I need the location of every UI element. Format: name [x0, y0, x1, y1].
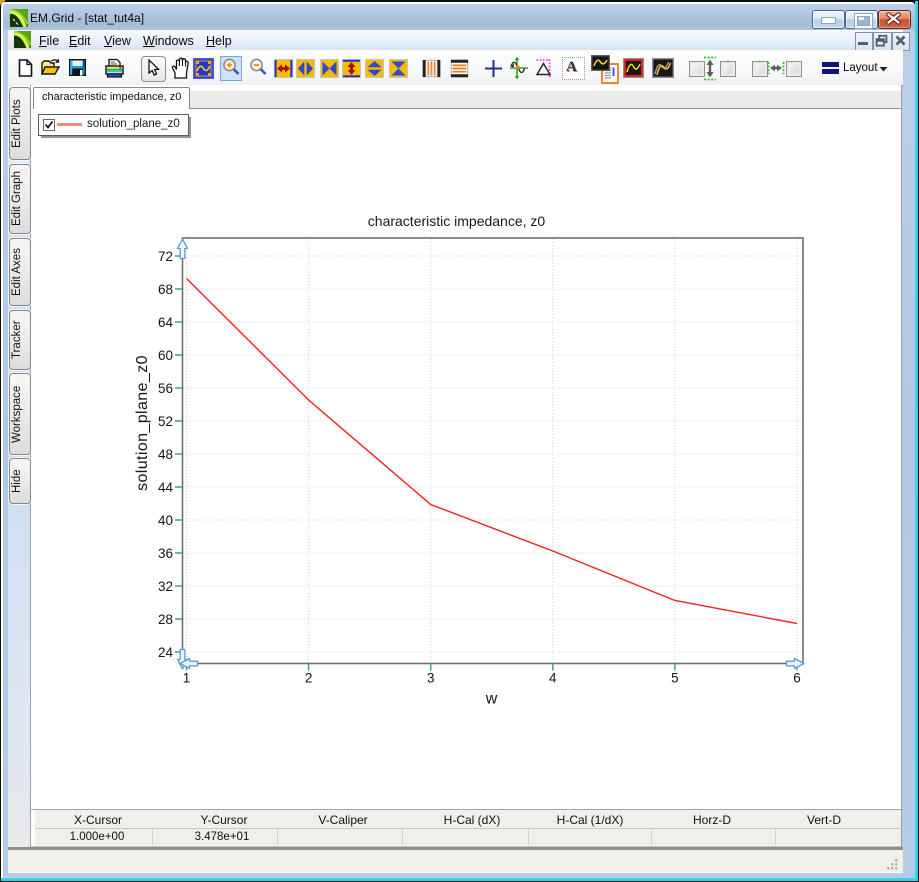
svg-text:24: 24 — [158, 645, 174, 660]
svg-text:solution_plane_z0: solution_plane_z0 — [134, 355, 151, 491]
svg-text:52: 52 — [158, 414, 173, 429]
svg-text:4: 4 — [549, 671, 557, 686]
svg-text:5: 5 — [671, 671, 679, 686]
svg-text:68: 68 — [158, 282, 173, 297]
svg-text:characteristic impedance, z0: characteristic impedance, z0 — [368, 213, 546, 229]
svg-text:72: 72 — [158, 249, 173, 264]
svg-text:48: 48 — [158, 447, 173, 462]
svg-text:1: 1 — [183, 671, 191, 686]
svg-text:6: 6 — [793, 671, 801, 686]
svg-text:56: 56 — [158, 381, 173, 396]
svg-text:64: 64 — [158, 315, 174, 330]
svg-text:36: 36 — [158, 546, 173, 561]
svg-text:44: 44 — [158, 480, 174, 495]
svg-text:w: w — [485, 691, 498, 708]
svg-text:28: 28 — [158, 612, 173, 627]
svg-text:2: 2 — [305, 671, 313, 686]
svg-text:3: 3 — [427, 671, 435, 686]
svg-text:60: 60 — [158, 348, 173, 363]
svg-text:32: 32 — [158, 579, 173, 594]
svg-text:40: 40 — [158, 513, 173, 528]
